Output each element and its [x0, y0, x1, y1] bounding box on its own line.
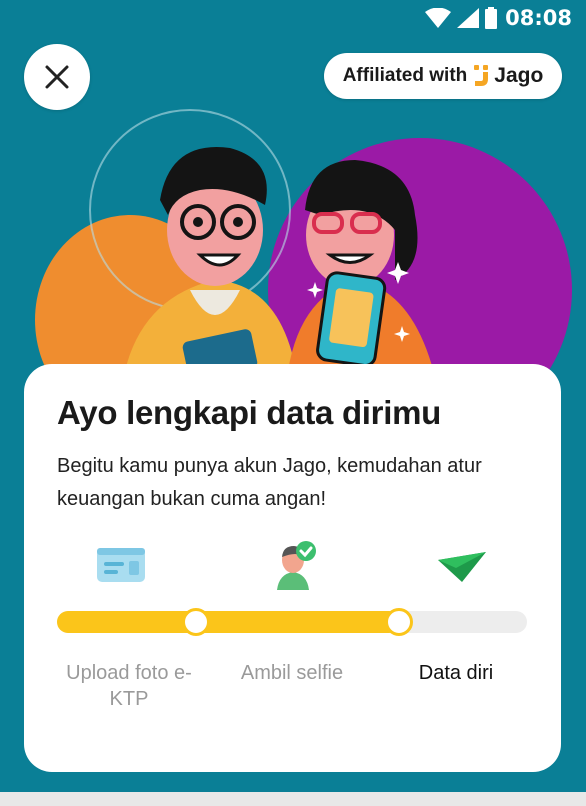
wifi-icon	[425, 8, 452, 28]
affiliate-text: Affiliated with	[342, 65, 468, 86]
brand-name: Jago	[494, 64, 544, 87]
selfie-icon	[277, 541, 316, 590]
bottom-bar	[0, 792, 586, 806]
jago-logo: Jago	[473, 64, 543, 88]
card-subtitle: Begitu kamu punya akun Jago, kemudahan a…	[57, 455, 482, 510]
progress-fill	[57, 611, 401, 633]
progress-track	[57, 608, 527, 636]
progress-dot-2	[385, 608, 413, 636]
id-card-icon	[97, 548, 145, 582]
affiliate-badge: Affiliated with Jago	[324, 53, 562, 99]
close-icon	[45, 65, 69, 89]
jago-mark-icon	[474, 65, 489, 86]
battery-icon	[485, 7, 498, 29]
signal-icon	[457, 8, 480, 28]
status-bar: 08:08	[0, 0, 586, 36]
progress-dot-1	[182, 608, 210, 636]
step-label-selfie: Ambil selfie	[240, 662, 344, 684]
step-label-upload-ektp: Upload foto e-KTP	[66, 662, 192, 710]
status-time: 08:08	[505, 6, 572, 30]
hero-illustration	[35, 109, 572, 400]
paper-plane-icon	[438, 552, 486, 582]
card-title: Ayo lengkapi data dirimu	[57, 394, 441, 431]
onboarding-card: Ayo lengkapi data dirimu Begitu kamu pun…	[24, 364, 561, 772]
step-label-data-diri: Data diri	[418, 662, 494, 684]
